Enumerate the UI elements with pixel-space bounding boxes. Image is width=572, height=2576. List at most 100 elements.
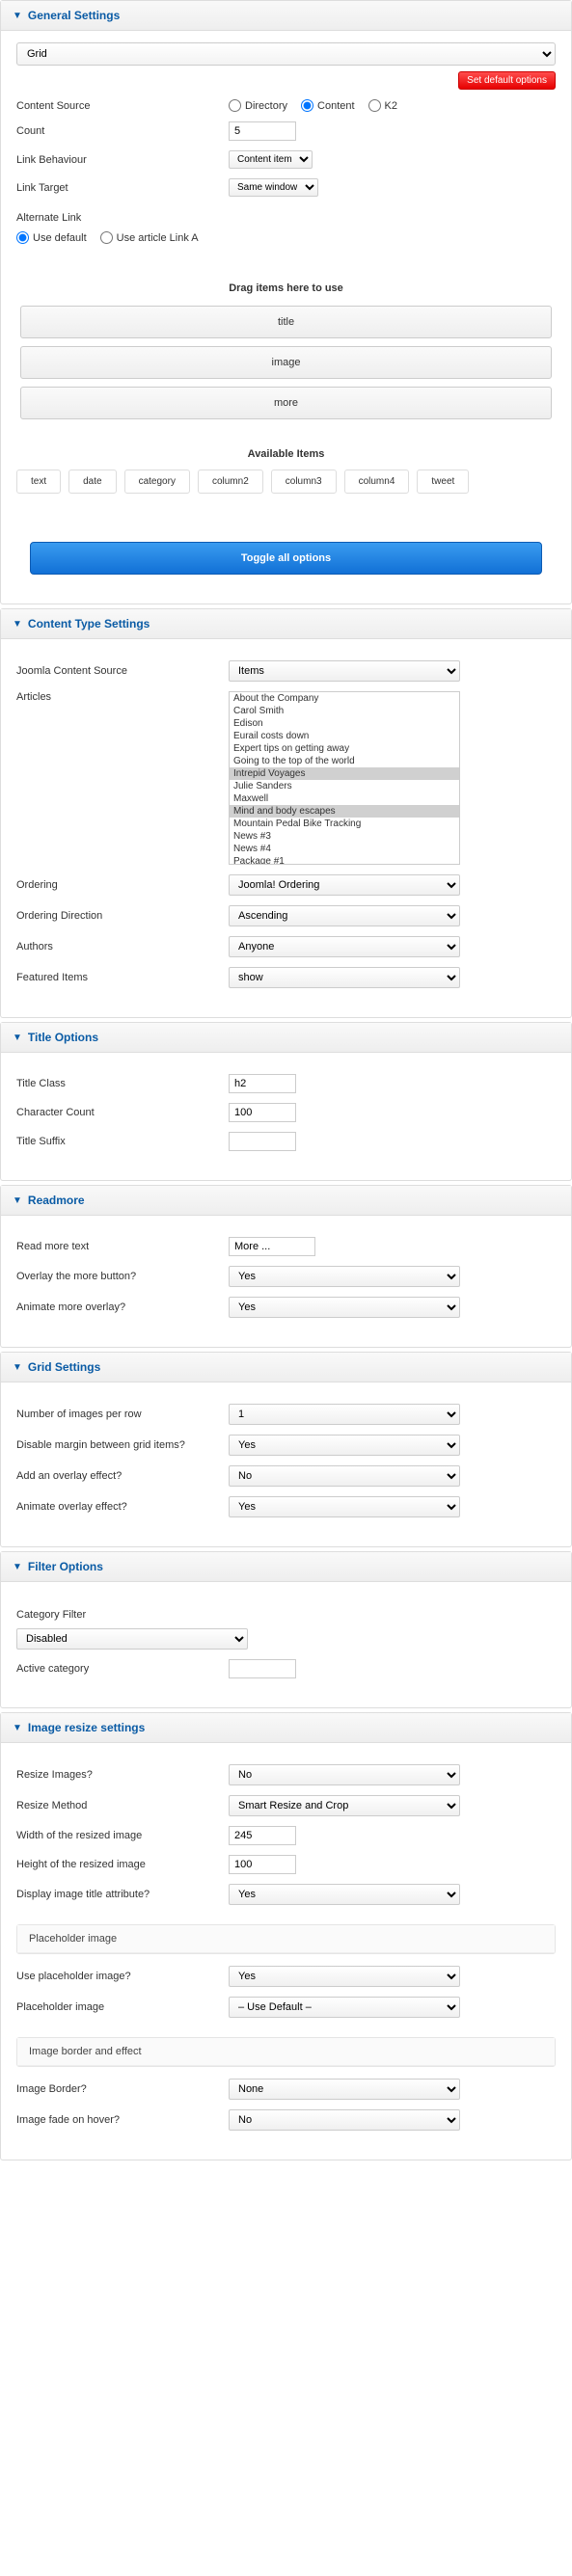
disable-margin-label: Disable margin between grid items? bbox=[16, 1439, 229, 1451]
article-option[interactable]: Maxwell bbox=[230, 792, 459, 805]
readmore-header[interactable]: ▼ Readmore bbox=[1, 1186, 571, 1216]
radio-use-article-link-a[interactable] bbox=[100, 231, 113, 244]
image-resize-header[interactable]: ▼ Image resize settings bbox=[1, 1713, 571, 1743]
articles-label: Articles bbox=[16, 691, 229, 703]
general-settings-header[interactable]: ▼ General Settings bbox=[1, 1, 571, 31]
animate-overlay-select[interactable]: Yes bbox=[229, 1496, 460, 1517]
ordering-dir-label: Ordering Direction bbox=[16, 910, 229, 922]
resize-method-select[interactable]: Smart Resize and Crop bbox=[229, 1795, 460, 1816]
link-target-select[interactable]: Same window bbox=[229, 178, 318, 197]
article-option[interactable]: Going to the top of the world bbox=[230, 755, 459, 767]
article-option[interactable]: Eurail costs down bbox=[230, 730, 459, 742]
image-border-select[interactable]: None bbox=[229, 2079, 460, 2100]
image-resize-panel: ▼ Image resize settings Resize Images? N… bbox=[0, 1712, 572, 2160]
article-option[interactable]: Expert tips on getting away bbox=[230, 742, 459, 755]
title-options-panel: ▼ Title Options Title Class Character Co… bbox=[0, 1022, 572, 1181]
chevron-down-icon: ▼ bbox=[13, 1033, 22, 1043]
image-fade-label: Image fade on hover? bbox=[16, 2114, 229, 2126]
ordering-label: Ordering bbox=[16, 879, 229, 891]
authors-select[interactable]: Anyone bbox=[229, 936, 460, 957]
per-row-select[interactable]: 1 bbox=[229, 1404, 460, 1425]
animate-more-select[interactable]: Yes bbox=[229, 1297, 460, 1318]
drag-item-title[interactable]: title bbox=[20, 306, 552, 338]
article-option[interactable]: News #3 bbox=[230, 830, 459, 843]
articles-multiselect[interactable]: About the CompanyCarol SmithEdisonEurail… bbox=[229, 691, 460, 865]
chevron-down-icon: ▼ bbox=[13, 1723, 22, 1733]
avail-item-tweet[interactable]: tweet bbox=[417, 470, 469, 494]
panel-title: Readmore bbox=[28, 1194, 85, 1207]
article-option[interactable]: About the Company bbox=[230, 692, 459, 705]
radio-use-default[interactable] bbox=[16, 231, 29, 244]
border-subpanel: Image border and effect bbox=[16, 2037, 556, 2067]
overlay-more-select[interactable]: Yes bbox=[229, 1266, 460, 1287]
chevron-down-icon: ▼ bbox=[13, 1195, 22, 1206]
article-option[interactable]: Edison bbox=[230, 717, 459, 730]
per-row-label: Number of images per row bbox=[16, 1409, 229, 1420]
image-fade-select[interactable]: No bbox=[229, 2109, 460, 2131]
title-options-header[interactable]: ▼ Title Options bbox=[1, 1023, 571, 1053]
placeholder-image-select[interactable]: – Use Default – bbox=[229, 1997, 460, 2018]
title-suffix-input[interactable] bbox=[229, 1132, 296, 1151]
avail-item-category[interactable]: category bbox=[124, 470, 190, 494]
ordering-dir-select[interactable]: Ascending bbox=[229, 905, 460, 926]
avail-item-column4[interactable]: column4 bbox=[344, 470, 410, 494]
article-option[interactable]: Mountain Pedal Bike Tracking bbox=[230, 818, 459, 830]
authors-label: Authors bbox=[16, 941, 229, 953]
disable-margin-select[interactable]: Yes bbox=[229, 1435, 460, 1456]
ordering-select[interactable]: Joomla! Ordering bbox=[229, 874, 460, 896]
animate-more-label: Animate more overlay? bbox=[16, 1301, 229, 1313]
drag-zone[interactable]: title image more bbox=[16, 306, 556, 419]
title-attr-select[interactable]: Yes bbox=[229, 1884, 460, 1905]
jcs-select[interactable]: Items bbox=[229, 660, 460, 682]
avail-item-column2[interactable]: column2 bbox=[198, 470, 263, 494]
set-default-button[interactable]: Set default options bbox=[458, 71, 556, 90]
radio-directory[interactable] bbox=[229, 99, 241, 112]
title-class-label: Title Class bbox=[16, 1078, 229, 1089]
placeholder-subpanel-title: Placeholder image bbox=[17, 1925, 555, 1953]
category-filter-select[interactable]: Disabled bbox=[16, 1628, 248, 1650]
chevron-down-icon: ▼ bbox=[13, 11, 22, 21]
add-overlay-label: Add an overlay effect? bbox=[16, 1470, 229, 1482]
active-category-input[interactable] bbox=[229, 1659, 296, 1678]
toggle-all-button[interactable]: Toggle all options bbox=[30, 542, 542, 575]
article-option[interactable]: News #4 bbox=[230, 843, 459, 855]
article-option[interactable]: Mind and body escapes bbox=[230, 805, 459, 818]
panel-title: Image resize settings bbox=[28, 1721, 145, 1734]
featured-select[interactable]: show bbox=[229, 967, 460, 988]
grid-settings-header[interactable]: ▼ Grid Settings bbox=[1, 1353, 571, 1382]
title-class-input[interactable] bbox=[229, 1074, 296, 1093]
radio-k2[interactable] bbox=[368, 99, 381, 112]
resize-images-select[interactable]: No bbox=[229, 1764, 460, 1785]
link-behaviour-select[interactable]: Content item bbox=[229, 150, 313, 169]
article-option[interactable]: Julie Sanders bbox=[230, 780, 459, 792]
chevron-down-icon: ▼ bbox=[13, 1562, 22, 1572]
active-category-label: Active category bbox=[16, 1663, 229, 1675]
resized-width-input[interactable] bbox=[229, 1826, 296, 1845]
char-count-input[interactable] bbox=[229, 1103, 296, 1122]
chevron-down-icon: ▼ bbox=[13, 619, 22, 630]
radio-content[interactable] bbox=[301, 99, 313, 112]
add-overlay-select[interactable]: No bbox=[229, 1465, 460, 1487]
alternate-link-radios: Use default Use article Link A bbox=[16, 231, 556, 244]
article-option[interactable]: Package #1 bbox=[230, 855, 459, 865]
use-placeholder-select[interactable]: Yes bbox=[229, 1966, 460, 1987]
avail-item-date[interactable]: date bbox=[68, 470, 116, 494]
image-border-label: Image Border? bbox=[16, 2083, 229, 2095]
filter-options-header[interactable]: ▼ Filter Options bbox=[1, 1552, 571, 1582]
resize-method-label: Resize Method bbox=[16, 1800, 229, 1811]
content-type-header[interactable]: ▼ Content Type Settings bbox=[1, 609, 571, 639]
readmore-text-label: Read more text bbox=[16, 1241, 229, 1252]
article-option[interactable]: Carol Smith bbox=[230, 705, 459, 717]
drag-item-more[interactable]: more bbox=[20, 387, 552, 419]
article-option[interactable]: Intrepid Voyages bbox=[230, 767, 459, 780]
avail-item-column3[interactable]: column3 bbox=[271, 470, 337, 494]
resize-images-label: Resize Images? bbox=[16, 1769, 229, 1781]
drag-item-image[interactable]: image bbox=[20, 346, 552, 379]
category-filter-label: Category Filter bbox=[16, 1609, 556, 1621]
resized-height-input[interactable] bbox=[229, 1855, 296, 1874]
readmore-text-input[interactable] bbox=[229, 1237, 315, 1256]
layout-select[interactable]: Grid bbox=[16, 42, 556, 66]
resized-height-label: Height of the resized image bbox=[16, 1859, 229, 1870]
count-input[interactable] bbox=[229, 121, 296, 141]
avail-item-text[interactable]: text bbox=[16, 470, 61, 494]
